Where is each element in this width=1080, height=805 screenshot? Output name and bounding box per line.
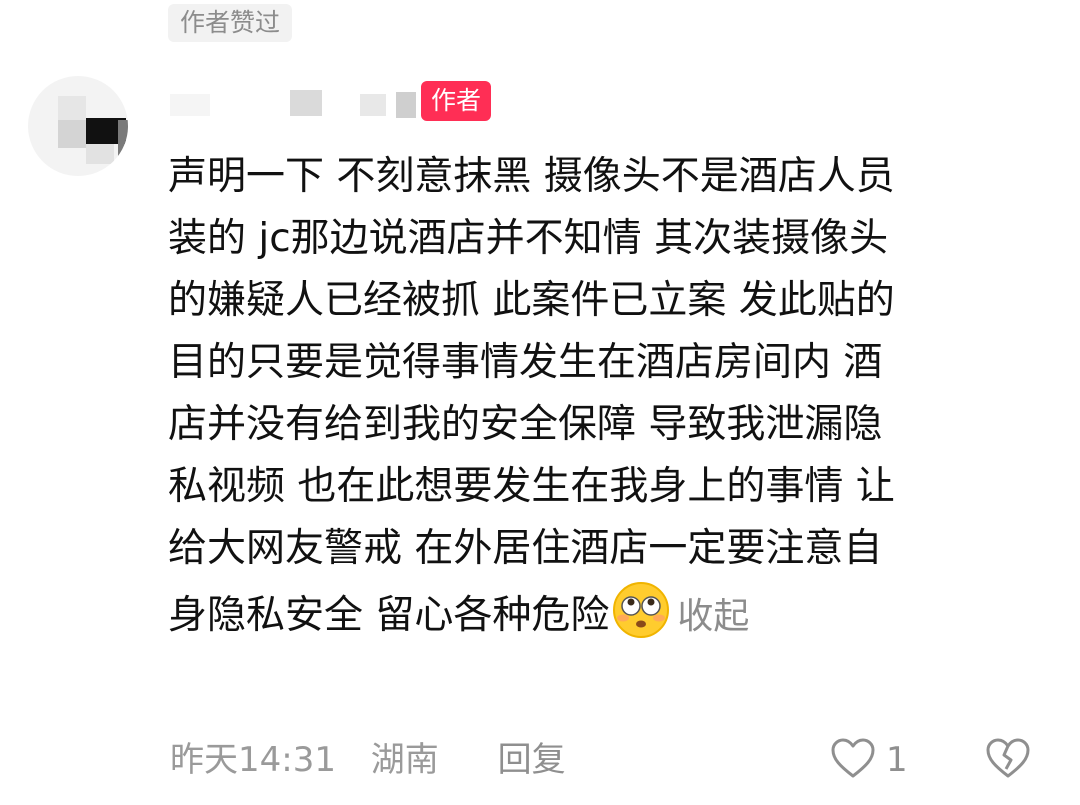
comment-last-line: 身隐私安全 留心各种危险 收起: [168, 580, 1048, 642]
comment-location: 湖南: [370, 740, 439, 780]
comment-meta: 昨天14:31 湖南 回复: [170, 730, 590, 790]
like-count: 1: [886, 740, 908, 780]
author-liked-badge: 作者赞过: [168, 4, 293, 42]
comment-line: 私视频 也在此想要发生在我身上的事情 让: [168, 464, 895, 509]
like-button[interactable]: 1: [830, 735, 908, 785]
comment-time: 昨天14:31: [170, 740, 336, 780]
comment-line: 给大网友警戒 在外居住酒店一定要注意自: [168, 526, 883, 571]
comment-line: 装的 jc那边说酒店并不知情 其次装摄像头: [168, 216, 889, 261]
username-censored[interactable]: [170, 84, 420, 120]
comment-text: 声明一下 不刻意抹黑 摄像头不是酒店人员 装的 jc那边说酒店并不知情 其次装摄…: [168, 146, 1048, 642]
author-tag: 作者: [421, 81, 492, 121]
flushed-face-emoji-icon: [611, 580, 671, 640]
reply-button[interactable]: 回复: [498, 740, 566, 780]
collapse-link[interactable]: 收起: [677, 596, 749, 637]
comment-line: 身隐私安全 留心各种危险: [168, 593, 610, 638]
heart-icon: [830, 737, 876, 783]
comment-line: 目的只要是觉得事情发生在酒店房间内 酒: [168, 340, 883, 385]
avatar[interactable]: [28, 76, 128, 176]
comment-line: 店并没有给到我的安全保障 导致我泄漏隐: [168, 402, 883, 447]
comment-line: 声明一下 不刻意抹黑 摄像头不是酒店人员: [168, 154, 895, 199]
dislike-button[interactable]: [985, 737, 1031, 783]
comment-line: 的嫌疑人已经被抓 此案件已立案 发此贴的: [168, 278, 895, 323]
broken-heart-icon: [985, 738, 1031, 783]
